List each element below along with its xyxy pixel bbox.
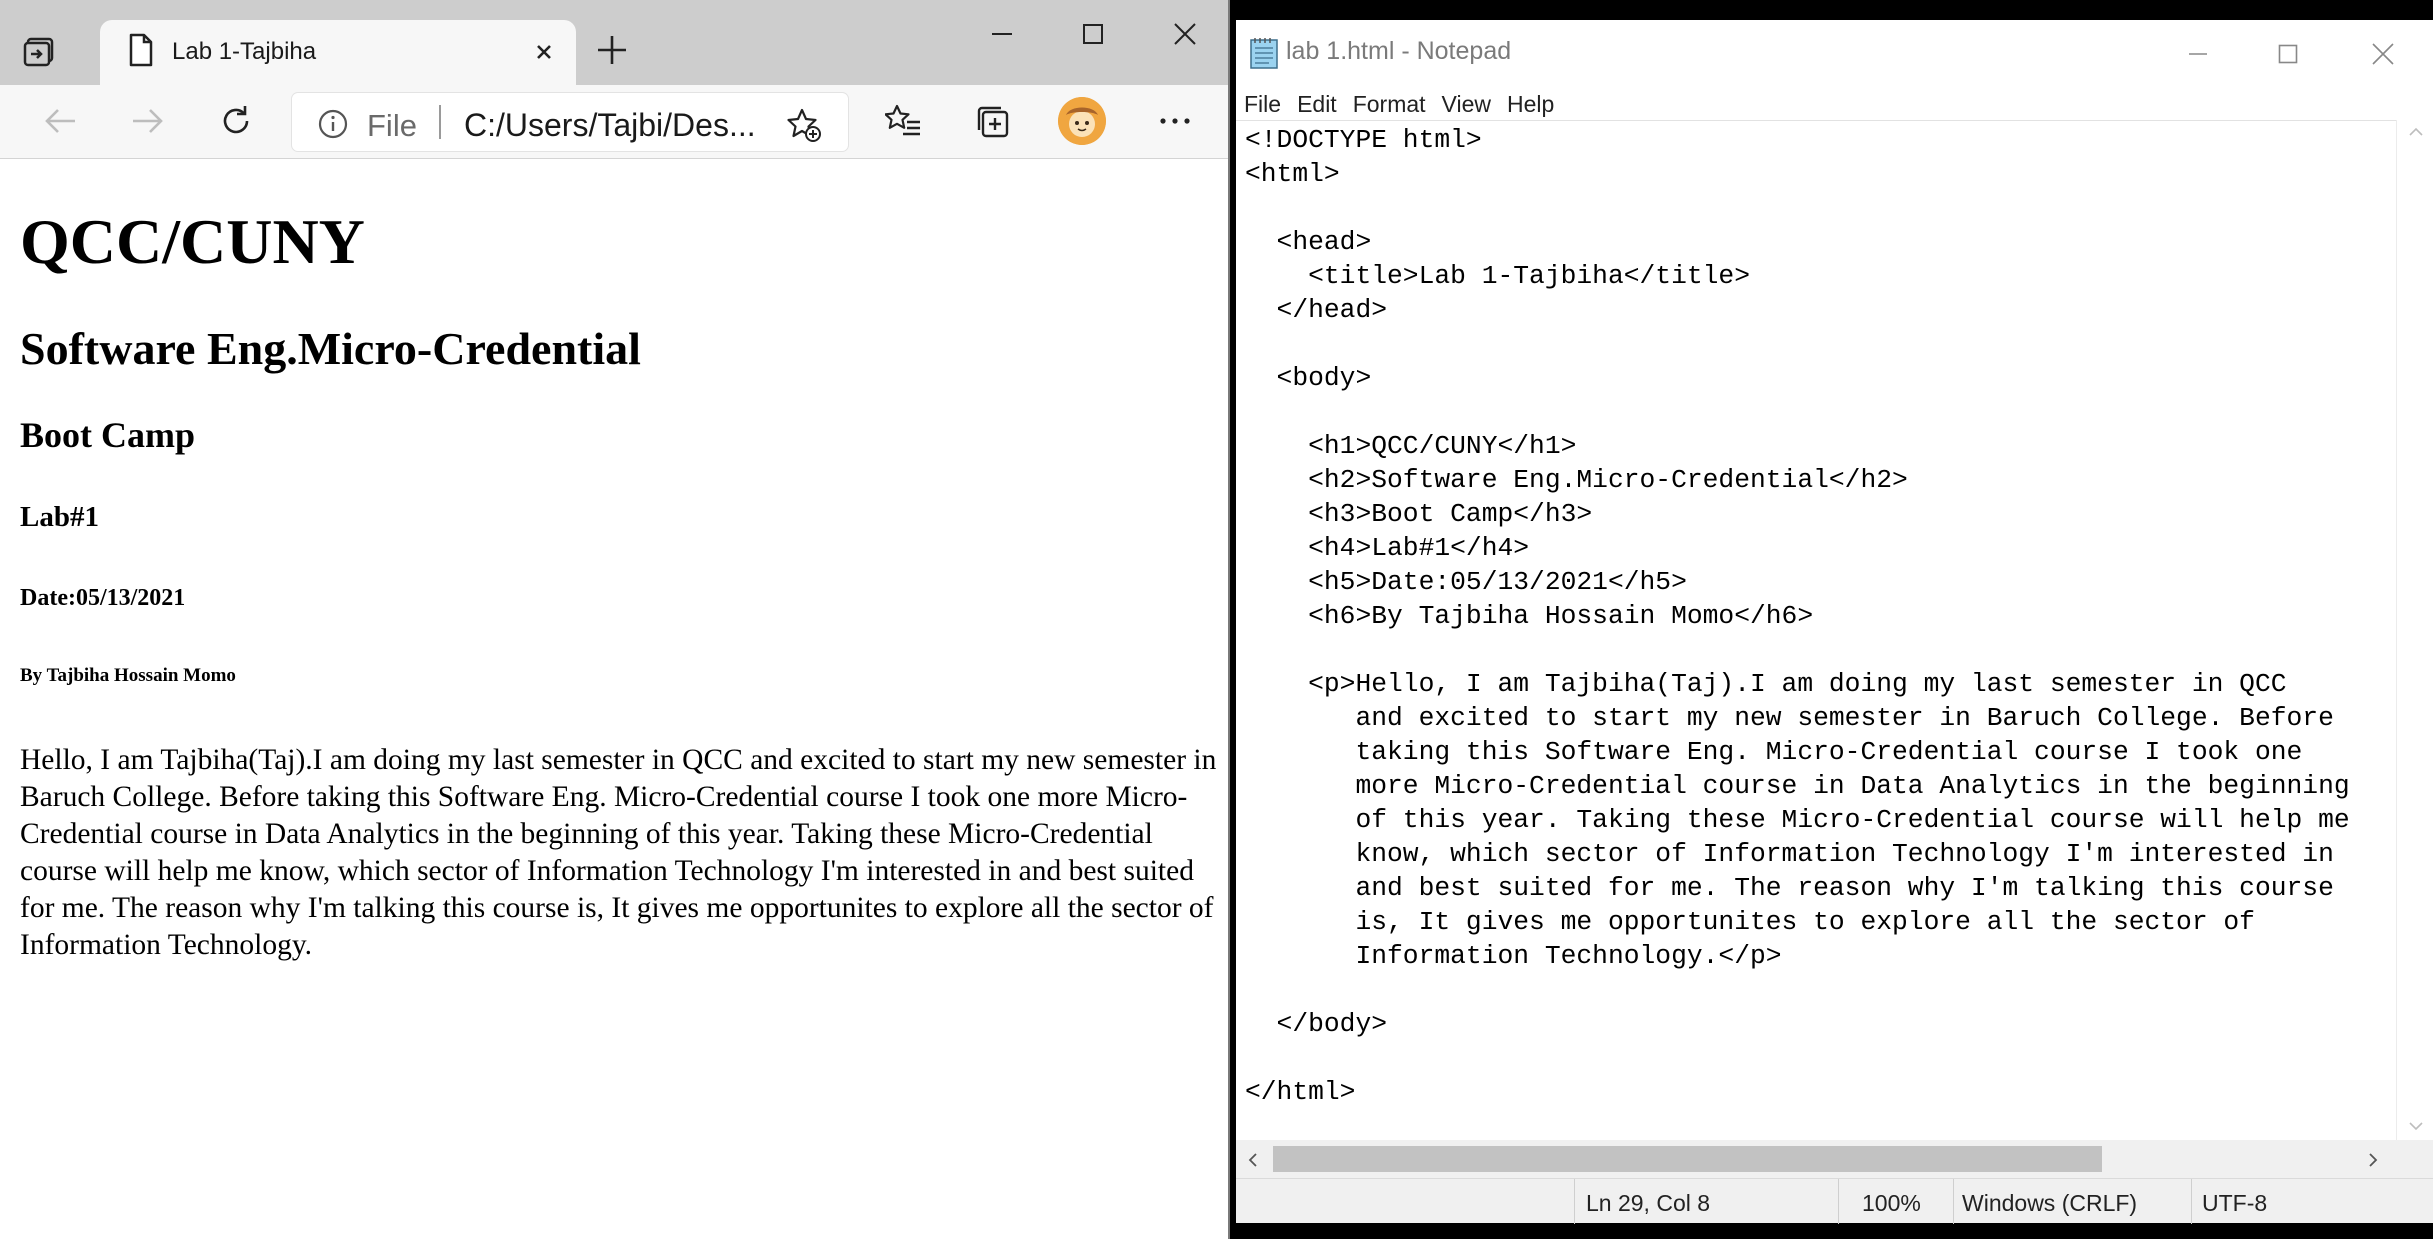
line-endings: Windows (CRLF) [1962, 1190, 2138, 1216]
notepad-titlebar: lab 1.html - Notepad [1236, 20, 2433, 86]
horizontal-scrollbar[interactable] [1236, 1140, 2433, 1178]
close-tab-icon[interactable] [530, 38, 558, 71]
source-code[interactable]: <!DOCTYPE html> <html> <head> <title>Lab… [1245, 123, 2350, 1109]
notepad-title: lab 1.html - Notepad [1286, 37, 1512, 65]
menu-file[interactable]: File [1244, 91, 1281, 118]
favorites-list-icon [884, 102, 923, 145]
more-dots-icon [1156, 102, 1194, 145]
menu-view[interactable]: View [1442, 91, 1491, 118]
back-arrow-icon [41, 102, 79, 145]
scroll-left-icon[interactable] [1246, 1152, 1260, 1168]
cursor-position: Ln 29, Col 8 [1586, 1190, 1711, 1216]
minimize-button[interactable] [972, 16, 1032, 52]
zoom-level: 100% [1862, 1190, 1921, 1216]
heading-2: Software Eng.Micro-Credential [20, 323, 641, 374]
menu-edit[interactable]: Edit [1297, 91, 1337, 118]
notepad-minimize-button[interactable] [2168, 34, 2228, 74]
new-tab-button[interactable] [594, 32, 630, 73]
back-button[interactable] [38, 101, 82, 145]
browser-toolbar: File C:/Users/Tajbi/Des... [0, 85, 1228, 159]
maximize-button[interactable] [1063, 16, 1123, 52]
notepad-icon [1248, 36, 1280, 75]
status-divider [2191, 1179, 2192, 1224]
status-divider [1574, 1179, 1575, 1224]
heading-1: QCC/CUNY [20, 206, 365, 277]
notepad-maximize-button[interactable] [2258, 34, 2318, 74]
refresh-icon [217, 102, 255, 145]
tab-actions-icon[interactable] [20, 30, 60, 70]
status-divider [1838, 1179, 1839, 1224]
heading-3: Boot Camp [20, 415, 196, 455]
notepad-window: lab 1.html - Notepad File Edit Format Vi… [1236, 20, 2433, 1224]
notepad-close-button[interactable] [2353, 34, 2413, 74]
heading-6: By Tajbiha Hossain Momo [20, 665, 236, 686]
address-scheme-label: File [367, 108, 417, 143]
address-bar[interactable]: File C:/Users/Tajbi/Des... [292, 93, 848, 151]
notepad-menubar: File Edit Format View Help [1236, 86, 2433, 122]
favorites-button[interactable] [882, 101, 926, 145]
forward-button[interactable] [126, 101, 170, 145]
notepad-statusbar: Ln 29, Col 8 100% Windows (CRLF) UTF-8 [1236, 1178, 2433, 1224]
forward-arrow-icon [129, 102, 167, 145]
close-window-button[interactable] [1155, 16, 1215, 52]
status-divider [1953, 1179, 1954, 1224]
more-button[interactable] [1153, 101, 1197, 145]
refresh-button[interactable] [214, 101, 258, 145]
profile-avatar[interactable] [1058, 97, 1106, 145]
info-icon[interactable] [317, 108, 349, 145]
heading-5: Date:05/13/2021 [20, 585, 186, 611]
scroll-up-icon[interactable] [2408, 126, 2424, 138]
tab-title: Lab 1-Tajbiha [172, 38, 317, 65]
collections-button[interactable] [970, 101, 1014, 145]
menu-help[interactable]: Help [1507, 91, 1554, 118]
tab-bar: Lab 1-Tajbiha [0, 0, 1228, 85]
scroll-right-icon[interactable] [2366, 1152, 2380, 1168]
intro-paragraph: Hello, I am Tajbiha(Taj).I am doing my l… [20, 744, 1217, 961]
vertical-scrollbar[interactable] [2396, 120, 2433, 1140]
horizontal-scroll-thumb[interactable] [1273, 1146, 2102, 1172]
tab-active[interactable]: Lab 1-Tajbiha [100, 20, 576, 85]
address-divider [439, 105, 441, 139]
encoding: UTF-8 [2202, 1190, 2268, 1216]
menu-format[interactable]: Format [1353, 91, 1426, 118]
page-icon [128, 33, 154, 72]
text-editor[interactable]: <!DOCTYPE html> <html> <head> <title>Lab… [1236, 120, 2396, 1140]
plus-icon [594, 36, 630, 72]
heading-4: Lab#1 [20, 501, 99, 533]
star-add-icon[interactable] [786, 107, 822, 148]
address-url[interactable]: C:/Users/Tajbi/Des... [464, 107, 756, 144]
collections-icon [973, 102, 1011, 145]
scroll-down-icon[interactable] [2408, 1120, 2424, 1132]
browser-window: Lab 1-Tajbiha File C:/Users/Tajbi/Des...… [0, 0, 1230, 1239]
